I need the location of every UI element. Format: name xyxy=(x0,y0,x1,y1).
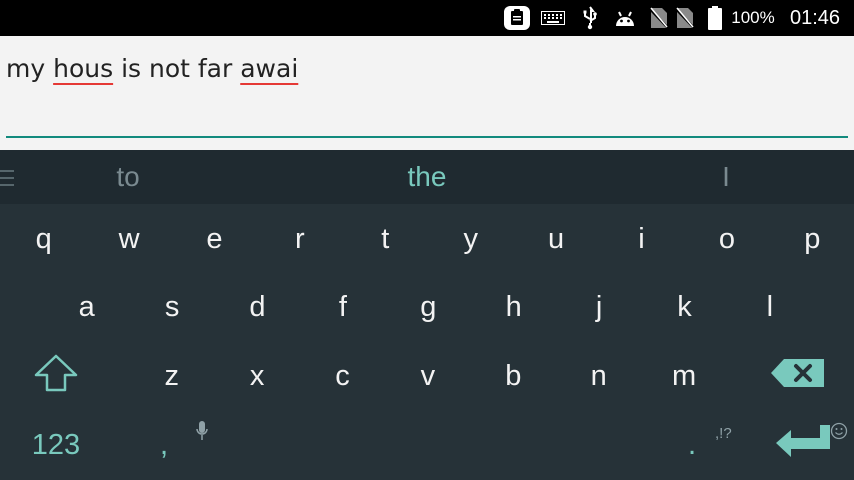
key-z[interactable]: z xyxy=(129,343,214,409)
key-p[interactable]: p xyxy=(770,206,854,272)
key-f[interactable]: f xyxy=(300,274,385,340)
text-input-area[interactable]: my hous is not far awai xyxy=(0,36,854,150)
shift-key[interactable] xyxy=(16,344,96,410)
status-bar: 100% 01:46 xyxy=(0,0,854,36)
suggestion-center[interactable]: the xyxy=(300,150,554,204)
clipboard-notification-icon xyxy=(503,0,531,36)
key-g[interactable]: g xyxy=(386,274,471,340)
symbols-key[interactable]: 123 xyxy=(14,412,98,478)
space-bar[interactable] xyxy=(216,412,640,478)
key-v[interactable]: v xyxy=(385,343,470,409)
key-r[interactable]: r xyxy=(257,206,342,272)
key-d[interactable]: d xyxy=(215,274,300,340)
period-label: . xyxy=(687,428,697,461)
backspace-icon xyxy=(770,358,826,396)
misspelled-word[interactable]: awai xyxy=(240,54,298,83)
suggestion-strip: to the I xyxy=(0,150,854,204)
menu-icon[interactable] xyxy=(0,170,14,186)
backspace-key[interactable] xyxy=(758,344,838,410)
word: my xyxy=(6,54,54,83)
key-k[interactable]: k xyxy=(642,274,727,340)
no-sim-icon xyxy=(648,0,670,36)
key-w[interactable]: w xyxy=(86,206,171,272)
key-a[interactable]: a xyxy=(44,274,129,340)
suggestion-left[interactable]: to xyxy=(28,150,228,204)
key-l[interactable]: l xyxy=(727,274,812,340)
keyboard-icon xyxy=(540,0,566,36)
key-j[interactable]: j xyxy=(556,274,641,340)
key-q[interactable]: q xyxy=(1,206,86,272)
microphone-icon xyxy=(196,420,208,446)
soft-keyboard: to the I 123 , . ,!? q w e r t y u i o p… xyxy=(0,150,854,480)
key-y[interactable]: y xyxy=(428,206,513,272)
comma-key[interactable]: , xyxy=(122,412,206,478)
key-b[interactable]: b xyxy=(471,343,556,409)
key-i[interactable]: i xyxy=(599,206,684,272)
key-x[interactable]: x xyxy=(214,343,299,409)
shift-arrow-icon xyxy=(34,354,78,400)
period-hint: ,!? xyxy=(715,425,732,442)
key-h[interactable]: h xyxy=(471,274,556,340)
enter-arrow-icon xyxy=(774,424,832,466)
key-o[interactable]: o xyxy=(684,206,769,272)
status-clock: 01:46 xyxy=(789,6,841,29)
battery-percent: 100% xyxy=(731,8,775,27)
period-key[interactable]: . xyxy=(650,412,734,478)
usb-icon xyxy=(580,0,600,36)
text-field-underline xyxy=(6,136,848,138)
text-field[interactable]: my hous is not far awai xyxy=(6,54,298,83)
no-sim-icon xyxy=(674,0,696,36)
key-s[interactable]: s xyxy=(129,274,214,340)
key-e[interactable]: e xyxy=(172,206,257,272)
word: is not far xyxy=(113,54,241,83)
android-debug-icon xyxy=(612,0,638,36)
suggestion-right[interactable]: I xyxy=(626,150,826,204)
emoji-icon xyxy=(830,422,848,444)
key-m[interactable]: m xyxy=(641,343,726,409)
battery-icon xyxy=(706,0,724,36)
key-n[interactable]: n xyxy=(556,343,641,409)
key-t[interactable]: t xyxy=(343,206,428,272)
misspelled-word[interactable]: hous xyxy=(53,54,113,83)
comma-label: , xyxy=(159,428,169,461)
key-u[interactable]: u xyxy=(513,206,598,272)
key-c[interactable]: c xyxy=(300,343,385,409)
